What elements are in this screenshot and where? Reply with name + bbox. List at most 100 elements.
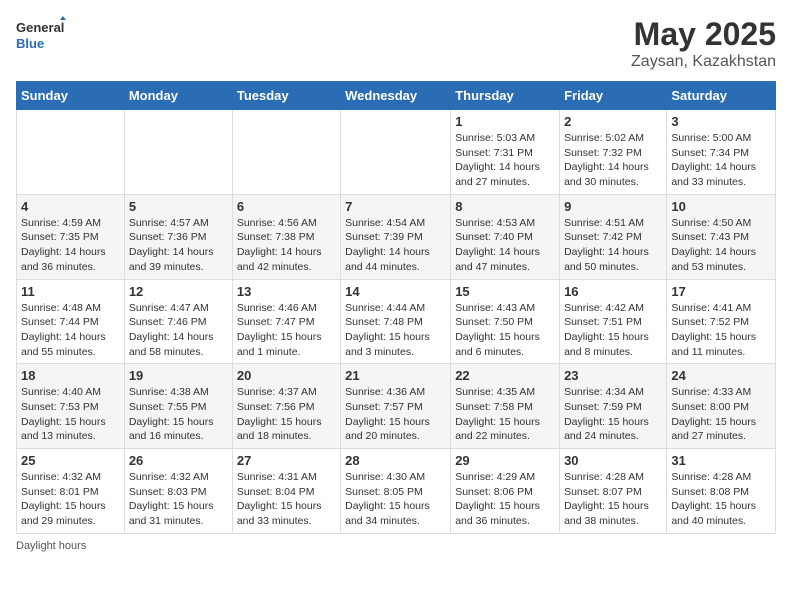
day-number: 21 bbox=[345, 368, 446, 383]
day-info: Sunrise: 4:48 AMSunset: 7:44 PMDaylight:… bbox=[21, 301, 120, 360]
day-info: Sunrise: 4:41 AMSunset: 7:52 PMDaylight:… bbox=[671, 301, 771, 360]
day-info: Sunrise: 4:46 AMSunset: 7:47 PMDaylight:… bbox=[237, 301, 336, 360]
day-info: Sunrise: 4:57 AMSunset: 7:36 PMDaylight:… bbox=[129, 216, 228, 275]
day-info: Sunrise: 4:56 AMSunset: 7:38 PMDaylight:… bbox=[237, 216, 336, 275]
calendar-cell: 3 Sunrise: 5:00 AMSunset: 7:34 PMDaylight… bbox=[667, 110, 776, 195]
calendar-cell: 30Sunrise: 4:28 AMSunset: 8:07 PMDayligh… bbox=[560, 449, 667, 534]
day-info: Sunrise: 4:42 AMSunset: 7:51 PMDaylight:… bbox=[564, 301, 662, 360]
day-number: 27 bbox=[237, 453, 336, 468]
day-number: 31 bbox=[671, 453, 771, 468]
day-number: 26 bbox=[129, 453, 228, 468]
day-info: Sunrise: 4:28 AMSunset: 8:07 PMDaylight:… bbox=[564, 470, 662, 529]
day-info: Sunrise: 5:02 AMSunset: 7:32 PMDaylight:… bbox=[564, 131, 662, 190]
calendar-cell: 5 Sunrise: 4:57 AMSunset: 7:36 PMDaylight… bbox=[124, 194, 232, 279]
calendar-cell: 19 Sunrise: 4:38 AMSunset: 7:55 PMDayligh… bbox=[124, 364, 232, 449]
header-cell-wednesday: Wednesday bbox=[341, 82, 451, 110]
day-number: 25 bbox=[21, 453, 120, 468]
day-number: 14 bbox=[345, 284, 446, 299]
page-header: General Blue May 2025 Zaysan, Kazakhstan bbox=[16, 16, 776, 71]
svg-text:Blue: Blue bbox=[16, 36, 44, 51]
header-cell-tuesday: Tuesday bbox=[232, 82, 340, 110]
header-cell-friday: Friday bbox=[560, 82, 667, 110]
calendar-cell: 8 Sunrise: 4:53 AMSunset: 7:40 PMDaylight… bbox=[451, 194, 560, 279]
day-info: Sunrise: 4:50 AMSunset: 7:43 PMDaylight:… bbox=[671, 216, 771, 275]
calendar-cell: 28 Sunrise: 4:30 AMSunset: 8:05 PMDayligh… bbox=[341, 449, 451, 534]
calendar-cell: 15Sunrise: 4:43 AMSunset: 7:50 PMDayligh… bbox=[451, 279, 560, 364]
day-info: Sunrise: 4:32 AMSunset: 8:03 PMDaylight:… bbox=[129, 470, 228, 529]
calendar-cell bbox=[232, 110, 340, 195]
calendar-cell: 2 Sunrise: 5:02 AMSunset: 7:32 PMDaylight… bbox=[560, 110, 667, 195]
subtitle: Zaysan, Kazakhstan bbox=[631, 53, 776, 71]
day-number: 5 bbox=[129, 199, 228, 214]
day-number: 19 bbox=[129, 368, 228, 383]
day-info: Sunrise: 4:28 AMSunset: 8:08 PMDaylight:… bbox=[671, 470, 771, 529]
day-info: Sunrise: 4:54 AMSunset: 7:39 PMDaylight:… bbox=[345, 216, 446, 275]
title-area: May 2025 Zaysan, Kazakhstan bbox=[631, 16, 776, 71]
day-info: Sunrise: 4:43 AMSunset: 7:50 PMDaylight:… bbox=[455, 301, 555, 360]
day-number: 6 bbox=[237, 199, 336, 214]
day-number: 28 bbox=[345, 453, 446, 468]
day-number: 18 bbox=[21, 368, 120, 383]
calendar-cell: 14 Sunrise: 4:44 AMSunset: 7:48 PMDayligh… bbox=[341, 279, 451, 364]
day-info: Sunrise: 4:59 AMSunset: 7:35 PMDaylight:… bbox=[21, 216, 120, 275]
day-number: 20 bbox=[237, 368, 336, 383]
calendar-cell: 16Sunrise: 4:42 AMSunset: 7:51 PMDayligh… bbox=[560, 279, 667, 364]
day-number: 1 bbox=[455, 114, 555, 129]
day-number: 8 bbox=[455, 199, 555, 214]
calendar-cell: 1Sunrise: 5:03 AMSunset: 7:31 PMDaylight… bbox=[451, 110, 560, 195]
calendar-cell bbox=[17, 110, 125, 195]
day-info: Sunrise: 4:38 AMSunset: 7:55 PMDaylight:… bbox=[129, 385, 228, 444]
calendar-cell: 25Sunrise: 4:32 AMSunset: 8:01 PMDayligh… bbox=[17, 449, 125, 534]
day-info: Sunrise: 4:31 AMSunset: 8:04 PMDaylight:… bbox=[237, 470, 336, 529]
header-cell-monday: Monday bbox=[124, 82, 232, 110]
day-info: Sunrise: 4:40 AMSunset: 7:53 PMDaylight:… bbox=[21, 385, 120, 444]
day-info: Sunrise: 4:53 AMSunset: 7:40 PMDaylight:… bbox=[455, 216, 555, 275]
calendar-cell bbox=[124, 110, 232, 195]
calendar-cell: 12Sunrise: 4:47 AMSunset: 7:46 PMDayligh… bbox=[124, 279, 232, 364]
header-row: SundayMondayTuesdayWednesdayThursdayFrid… bbox=[17, 82, 776, 110]
day-info: Sunrise: 4:33 AMSunset: 8:00 PMDaylight:… bbox=[671, 385, 771, 444]
day-info: Sunrise: 4:34 AMSunset: 7:59 PMDaylight:… bbox=[564, 385, 662, 444]
calendar-cell: 4 Sunrise: 4:59 AMSunset: 7:35 PMDaylight… bbox=[17, 194, 125, 279]
header-cell-sunday: Sunday bbox=[17, 82, 125, 110]
calendar-cell: 24 Sunrise: 4:33 AMSunset: 8:00 PMDayligh… bbox=[667, 364, 776, 449]
day-info: Sunrise: 5:00 AMSunset: 7:34 PMDaylight:… bbox=[671, 131, 771, 190]
calendar-cell: 27 Sunrise: 4:31 AMSunset: 8:04 PMDayligh… bbox=[232, 449, 340, 534]
logo: General Blue bbox=[16, 16, 66, 56]
day-info: Sunrise: 4:37 AMSunset: 7:56 PMDaylight:… bbox=[237, 385, 336, 444]
day-info: Sunrise: 4:35 AMSunset: 7:58 PMDaylight:… bbox=[455, 385, 555, 444]
day-number: 11 bbox=[21, 284, 120, 299]
calendar-cell: 9 Sunrise: 4:51 AMSunset: 7:42 PMDaylight… bbox=[560, 194, 667, 279]
day-info: Sunrise: 4:44 AMSunset: 7:48 PMDaylight:… bbox=[345, 301, 446, 360]
header-cell-saturday: Saturday bbox=[667, 82, 776, 110]
day-info: Sunrise: 4:36 AMSunset: 7:57 PMDaylight:… bbox=[345, 385, 446, 444]
week-row-2: 11 Sunrise: 4:48 AMSunset: 7:44 PMDayligh… bbox=[17, 279, 776, 364]
calendar-cell: 20 Sunrise: 4:37 AMSunset: 7:56 PMDayligh… bbox=[232, 364, 340, 449]
day-number: 29 bbox=[455, 453, 555, 468]
day-number: 17 bbox=[671, 284, 771, 299]
day-number: 3 bbox=[671, 114, 771, 129]
calendar-cell: 22Sunrise: 4:35 AMSunset: 7:58 PMDayligh… bbox=[451, 364, 560, 449]
week-row-1: 4 Sunrise: 4:59 AMSunset: 7:35 PMDaylight… bbox=[17, 194, 776, 279]
week-row-4: 25Sunrise: 4:32 AMSunset: 8:01 PMDayligh… bbox=[17, 449, 776, 534]
day-number: 2 bbox=[564, 114, 662, 129]
day-info: Sunrise: 4:30 AMSunset: 8:05 PMDaylight:… bbox=[345, 470, 446, 529]
calendar-body: 1Sunrise: 5:03 AMSunset: 7:31 PMDaylight… bbox=[17, 110, 776, 534]
day-number: 4 bbox=[21, 199, 120, 214]
svg-text:General: General bbox=[16, 20, 64, 35]
day-number: 24 bbox=[671, 368, 771, 383]
calendar-cell: 10Sunrise: 4:50 AMSunset: 7:43 PMDayligh… bbox=[667, 194, 776, 279]
calendar-cell: 21 Sunrise: 4:36 AMSunset: 7:57 PMDayligh… bbox=[341, 364, 451, 449]
footer-note: Daylight hours bbox=[16, 540, 776, 552]
calendar-cell: 18 Sunrise: 4:40 AMSunset: 7:53 PMDayligh… bbox=[17, 364, 125, 449]
calendar-header: SundayMondayTuesdayWednesdayThursdayFrid… bbox=[17, 82, 776, 110]
logo-svg: General Blue bbox=[16, 16, 66, 56]
day-number: 23 bbox=[564, 368, 662, 383]
week-row-3: 18 Sunrise: 4:40 AMSunset: 7:53 PMDayligh… bbox=[17, 364, 776, 449]
calendar-cell bbox=[341, 110, 451, 195]
day-number: 9 bbox=[564, 199, 662, 214]
calendar-cell: 13Sunrise: 4:46 AMSunset: 7:47 PMDayligh… bbox=[232, 279, 340, 364]
day-info: Sunrise: 4:51 AMSunset: 7:42 PMDaylight:… bbox=[564, 216, 662, 275]
day-info: Sunrise: 4:47 AMSunset: 7:46 PMDaylight:… bbox=[129, 301, 228, 360]
calendar-cell: 23 Sunrise: 4:34 AMSunset: 7:59 PMDayligh… bbox=[560, 364, 667, 449]
